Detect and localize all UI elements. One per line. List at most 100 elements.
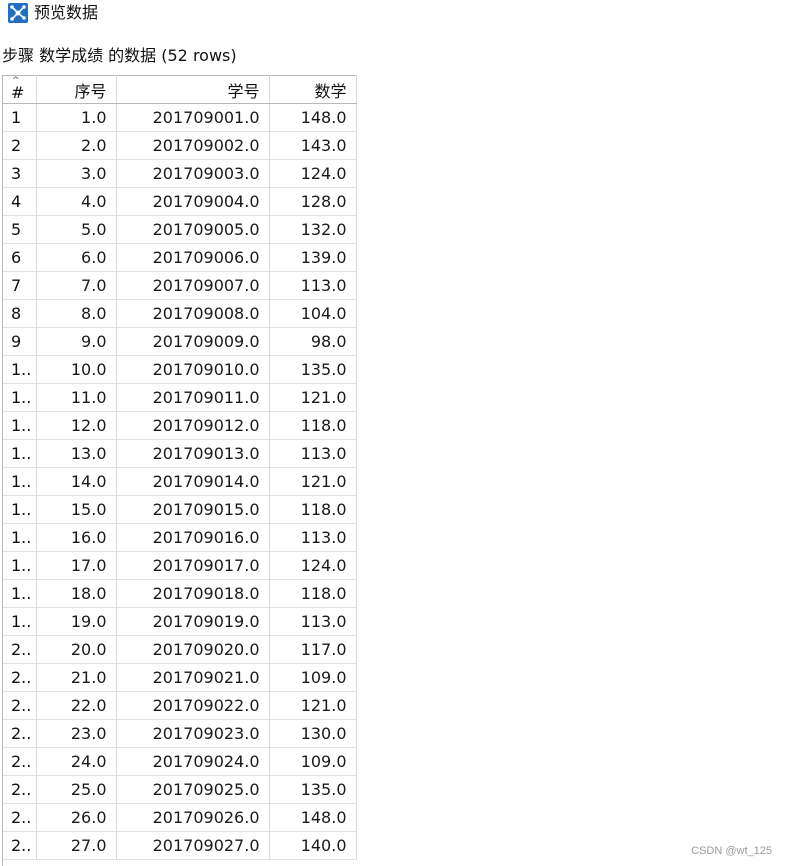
seq-cell[interactable]: 17.0 (36, 551, 117, 580)
row-index-cell[interactable]: 1 (3, 103, 37, 132)
seq-cell[interactable]: 10.0 (36, 355, 117, 384)
row-index-cell[interactable]: 2.. (3, 691, 37, 720)
math-score-cell[interactable]: 98.0 (269, 327, 357, 356)
row-index-cell[interactable]: 4 (3, 187, 37, 216)
row-index-cell[interactable]: 2.. (3, 831, 37, 860)
row-index-cell[interactable]: 9 (3, 327, 37, 356)
row-index-cell[interactable]: 2.. (3, 803, 37, 832)
math-score-cell[interactable]: 121.0 (269, 467, 357, 496)
math-score-cell[interactable]: 124.0 (269, 159, 357, 188)
table-row[interactable]: 1.. 12.0 201709012.0 118.0 (3, 411, 357, 440)
seq-cell[interactable]: 12.0 (36, 411, 117, 440)
math-score-cell[interactable]: 118.0 (269, 495, 357, 524)
math-score-cell[interactable]: 113.0 (269, 271, 357, 300)
table-row[interactable]: 2 2.0 201709002.0 143.0 (3, 131, 357, 160)
table-row[interactable]: 1.. 17.0 201709017.0 124.0 (3, 551, 357, 580)
math-score-cell[interactable]: 121.0 (269, 691, 357, 720)
student-id-cell[interactable]: 201709011.0 (116, 383, 270, 412)
row-index-cell[interactable]: 3 (3, 159, 37, 188)
row-index-cell[interactable]: 1.. (3, 551, 37, 580)
math-score-cell[interactable]: 109.0 (269, 747, 357, 776)
student-id-cell[interactable]: 201709019.0 (116, 607, 270, 636)
student-id-cell[interactable]: 201709018.0 (116, 579, 270, 608)
table-row[interactable]: 1.. 14.0 201709014.0 121.0 (3, 467, 357, 496)
math-score-cell[interactable]: 148.0 (269, 803, 357, 832)
row-index-cell[interactable]: 1.. (3, 383, 37, 412)
student-id-cell[interactable]: 201709015.0 (116, 495, 270, 524)
math-score-cell[interactable]: 139.0 (269, 243, 357, 272)
student-id-cell[interactable]: 201709001.0 (116, 103, 270, 132)
math-score-cell[interactable]: 109.0 (269, 663, 357, 692)
table-row[interactable]: 2.. 26.0 201709026.0 148.0 (3, 803, 357, 832)
seq-cell[interactable]: 25.0 (36, 775, 117, 804)
seq-cell[interactable]: 6.0 (36, 243, 117, 272)
table-row[interactable]: 1 1.0 201709001.0 148.0 (3, 103, 357, 132)
row-index-cell[interactable]: 2 (3, 131, 37, 160)
student-id-cell[interactable]: 201709013.0 (116, 439, 270, 468)
student-id-cell[interactable]: 201709027.0 (116, 831, 270, 860)
table-row[interactable]: 2.. 25.0 201709025.0 135.0 (3, 775, 357, 804)
student-id-cell[interactable]: 201709006.0 (116, 243, 270, 272)
table-row[interactable]: 9 9.0 201709009.0 98.0 (3, 327, 357, 356)
row-index-cell[interactable]: 1.. (3, 579, 37, 608)
student-id-cell[interactable]: 201709020.0 (116, 635, 270, 664)
table-row[interactable]: 5 5.0 201709005.0 132.0 (3, 215, 357, 244)
seq-cell[interactable]: 15.0 (36, 495, 117, 524)
table-row[interactable]: 2.. 27.0 201709027.0 140.0 (3, 831, 357, 860)
row-index-cell[interactable]: 5 (3, 215, 37, 244)
math-score-cell[interactable]: 104.0 (269, 299, 357, 328)
seq-cell[interactable]: 16.0 (36, 523, 117, 552)
row-index-cell[interactable]: 1.. (3, 495, 37, 524)
seq-cell[interactable]: 13.0 (36, 439, 117, 468)
column-header-math[interactable]: 数学 (269, 75, 357, 104)
seq-cell[interactable]: 26.0 (36, 803, 117, 832)
seq-cell[interactable]: 5.0 (36, 215, 117, 244)
table-row[interactable]: 1.. 13.0 201709013.0 113.0 (3, 439, 357, 468)
math-score-cell[interactable]: 117.0 (269, 635, 357, 664)
math-score-cell[interactable]: 118.0 (269, 411, 357, 440)
row-index-cell[interactable]: 6 (3, 243, 37, 272)
table-row[interactable]: 2.. 21.0 201709021.0 109.0 (3, 663, 357, 692)
math-score-cell[interactable]: 132.0 (269, 215, 357, 244)
student-id-cell[interactable]: 201709017.0 (116, 551, 270, 580)
math-score-cell[interactable]: 140.0 (269, 831, 357, 860)
seq-cell[interactable]: 22.0 (36, 691, 117, 720)
table-row[interactable]: 6 6.0 201709006.0 139.0 (3, 243, 357, 272)
student-id-cell[interactable]: 201709024.0 (116, 747, 270, 776)
seq-cell[interactable]: 27.0 (36, 831, 117, 860)
seq-cell[interactable]: 4.0 (36, 187, 117, 216)
student-id-cell[interactable]: 201709022.0 (116, 691, 270, 720)
math-score-cell[interactable]: 148.0 (269, 103, 357, 132)
row-index-cell[interactable]: 2.. (3, 719, 37, 748)
seq-cell[interactable]: 1.0 (36, 103, 117, 132)
student-id-cell[interactable]: 201709009.0 (116, 327, 270, 356)
row-index-cell[interactable]: 1.. (3, 411, 37, 440)
student-id-cell[interactable]: 201709003.0 (116, 159, 270, 188)
table-row[interactable]: 2.. 20.0 201709020.0 117.0 (3, 635, 357, 664)
math-score-cell[interactable]: 121.0 (269, 383, 357, 412)
row-index-cell[interactable]: 1.. (3, 355, 37, 384)
table-row[interactable]: 1.. 19.0 201709019.0 113.0 (3, 607, 357, 636)
row-index-cell[interactable]: 1.. (3, 439, 37, 468)
table-row[interactable]: 2.. 22.0 201709022.0 121.0 (3, 691, 357, 720)
row-index-cell[interactable]: 2.. (3, 775, 37, 804)
student-id-cell[interactable]: 201709014.0 (116, 467, 270, 496)
column-header-student-id[interactable]: 学号 (116, 75, 270, 104)
math-score-cell[interactable]: 124.0 (269, 551, 357, 580)
student-id-cell[interactable]: 201709021.0 (116, 663, 270, 692)
table-row[interactable]: 7 7.0 201709007.0 113.0 (3, 271, 357, 300)
table-row[interactable]: 2.. 24.0 201709024.0 109.0 (3, 747, 357, 776)
row-index-cell[interactable]: 1.. (3, 523, 37, 552)
data-grid[interactable]: ^ # 序号 学号 数学 1 1.0 201709001.0 148.0 2 2.0 201… (2, 75, 358, 866)
column-header-index[interactable]: ^ # (3, 75, 37, 104)
math-score-cell[interactable]: 128.0 (269, 187, 357, 216)
math-score-cell[interactable]: 135.0 (269, 775, 357, 804)
student-id-cell[interactable]: 201709026.0 (116, 803, 270, 832)
row-index-cell[interactable]: 2.. (3, 663, 37, 692)
seq-cell[interactable]: 19.0 (36, 607, 117, 636)
math-score-cell[interactable]: 135.0 (269, 355, 357, 384)
seq-cell[interactable]: 24.0 (36, 747, 117, 776)
seq-cell[interactable]: 23.0 (36, 719, 117, 748)
row-index-cell[interactable]: 2.. (3, 747, 37, 776)
seq-cell[interactable]: 21.0 (36, 663, 117, 692)
